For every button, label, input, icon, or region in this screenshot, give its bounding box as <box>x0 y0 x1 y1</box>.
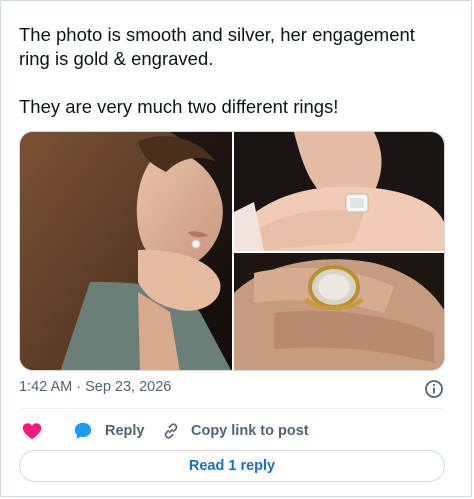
photo-hand-gold-ring[interactable] <box>234 253 444 370</box>
tweet-actions: Reply Copy link to post <box>19 419 445 443</box>
media-grid[interactable] <box>19 131 445 371</box>
tweet-text: The photo is smooth and silver, her enga… <box>19 24 415 117</box>
heart-icon <box>22 423 42 440</box>
read-replies-button[interactable]: Read 1 reply <box>19 450 445 482</box>
speech-bubble-icon <box>74 422 92 440</box>
copy-link-label: Copy link to post <box>191 423 309 439</box>
photo-woman-chin-on-hand[interactable] <box>20 132 232 370</box>
tweet-card: The photo is smooth and silver, her enga… <box>0 0 472 497</box>
tweet-timestamp[interactable]: 1:42 AM · Sep 23, 2026 <box>19 379 171 395</box>
info-icon[interactable] <box>424 379 444 399</box>
reply-button[interactable]: Reply <box>72 419 145 443</box>
photo-hand-silver-ring[interactable] <box>234 132 444 251</box>
copy-link-button[interactable]: Copy link to post <box>161 419 309 443</box>
link-icon <box>164 423 178 439</box>
like-button[interactable] <box>21 419 43 443</box>
divider <box>19 408 445 409</box>
reply-label: Reply <box>105 423 145 439</box>
